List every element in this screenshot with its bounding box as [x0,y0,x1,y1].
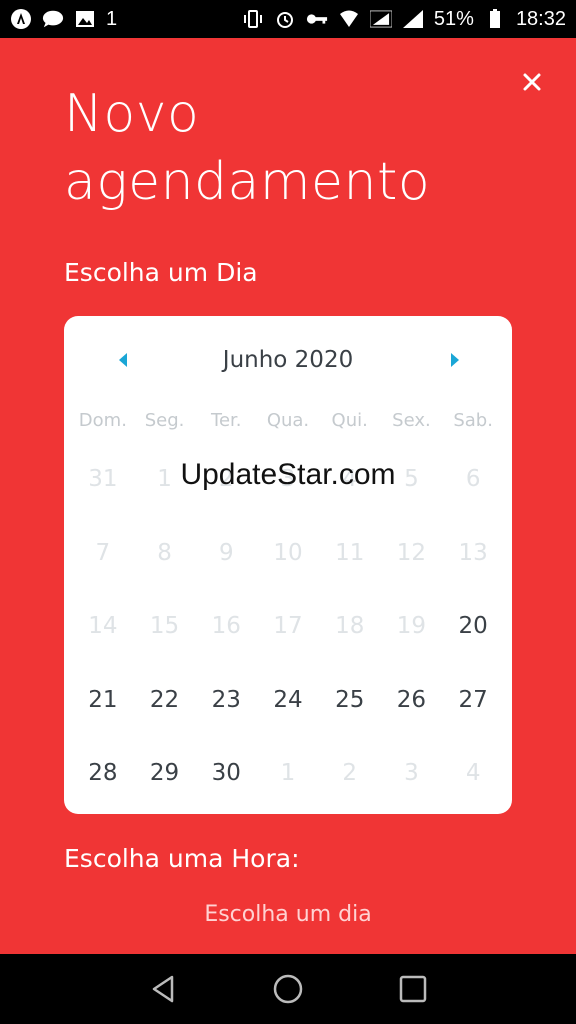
watermark: UpdateStar.com [180,458,396,491]
chevron-right-icon [451,353,459,367]
gallery-icon [74,8,96,30]
status-bar-right: 51% 18:32 [242,8,566,31]
calendar-day-disabled: 8 [157,539,172,566]
notification-count: 1 [106,7,118,30]
page-title-line2: agendamento [64,152,431,212]
close-icon [523,73,541,91]
calendar-day-disabled: 10 [273,539,303,566]
calendar-day[interactable]: 25 [319,677,381,751]
day-grid: 31 1 2 3 4 5 6 7 8 9 10 11 12 13 14 15 16 17 18 19 20 21 22 23 2… [72,456,504,824]
chevron-left-icon [119,353,127,367]
chat-icon [42,8,64,30]
calendar-day-disabled: 9 [218,539,234,566]
calendar-day-disabled: 13 [458,539,488,566]
back-icon [152,975,173,1003]
calendar-day-disabled: 3 [404,760,419,786]
battery-icon [484,8,506,30]
hour-placeholder-text: Escolha um dia [204,902,372,927]
calendar-day-disabled: 14 [88,613,118,639]
calendar-day-disabled: 17 [273,613,303,639]
calendar-day[interactable]: 21 [72,677,134,751]
calendar-day[interactable]: 23 [195,677,257,751]
calendar-day[interactable]: 26 [381,677,443,751]
key-icon [306,8,328,30]
calendar-header: Junho 2020 [64,342,512,378]
weekday-label: Sex. [392,410,431,431]
weekday-label: Sab. [453,410,493,431]
page-title: Novo agendamento [64,80,504,216]
calendar-day-disabled: 15 [149,613,180,639]
calendar-day-disabled: 2 [342,760,358,786]
calendar-day-disabled: 7 [95,539,111,566]
calendar-day-disabled: 11 [335,539,365,566]
calendar-day-disabled: 18 [335,613,365,639]
clock-time: 18:32 [515,7,566,30]
month-label: Junho 2020 [222,347,354,373]
weekday-label: Seg. [144,410,185,431]
recents-icon [400,975,427,1003]
weekday-header-row: Dom. Seg. Ter. Qua. Qui. Sex. Sab. [72,410,504,431]
android-nav-bar [0,954,576,1024]
signal-icon [402,8,424,30]
wifi-icon [338,8,360,30]
calendar-day-disabled: 12 [396,539,427,566]
close-button[interactable] [518,68,546,96]
calendar-day[interactable]: 20 [442,603,504,677]
calendar-day-disabled: 16 [211,613,241,639]
calendar-day-disabled: 19 [396,613,427,639]
calendar-day-disabled: 1 [280,760,296,786]
previous-month-button[interactable] [116,352,132,368]
calendar-day-disabled: 4 [465,760,481,786]
weekday-label: Qua. [266,410,310,431]
home-button[interactable] [271,972,305,1006]
page-title-line1: Novo [64,84,200,144]
home-icon [273,974,303,1004]
day-section-label: Escolha um Dia [64,258,258,287]
calendar: Junho 2020 Dom. Seg. Ter. Qua. Qui. Sex. Sab. … [64,316,512,814]
alarm-icon [274,8,296,30]
weekday-label: Dom. [78,410,127,431]
new-appointment-screen: Novo agendamento Escolha um Dia Junho 20… [0,38,576,954]
calendar-day[interactable]: 22 [134,677,196,751]
calendar-day[interactable]: 29 [134,750,196,824]
battery-percent: 51% [433,7,474,30]
weekday-label: Ter. [211,410,242,431]
weekday-label: Qui. [331,410,368,431]
calendar-day[interactable]: 24 [257,677,319,751]
status-bar: 1 51% 18:32 [0,0,576,38]
hour-section-label: Escolha uma Hora: [64,844,300,873]
vibrate-icon [242,8,264,30]
back-button[interactable] [146,972,180,1006]
calendar-day[interactable]: 28 [72,750,134,824]
calendar-day[interactable]: 30 [195,750,257,824]
calendar-day[interactable]: 27 [442,677,504,751]
next-month-button[interactable] [446,352,462,368]
recents-button[interactable] [396,972,430,1006]
app-icon [10,8,32,30]
status-bar-left: 1 [10,8,117,31]
signal-icon [369,8,392,30]
